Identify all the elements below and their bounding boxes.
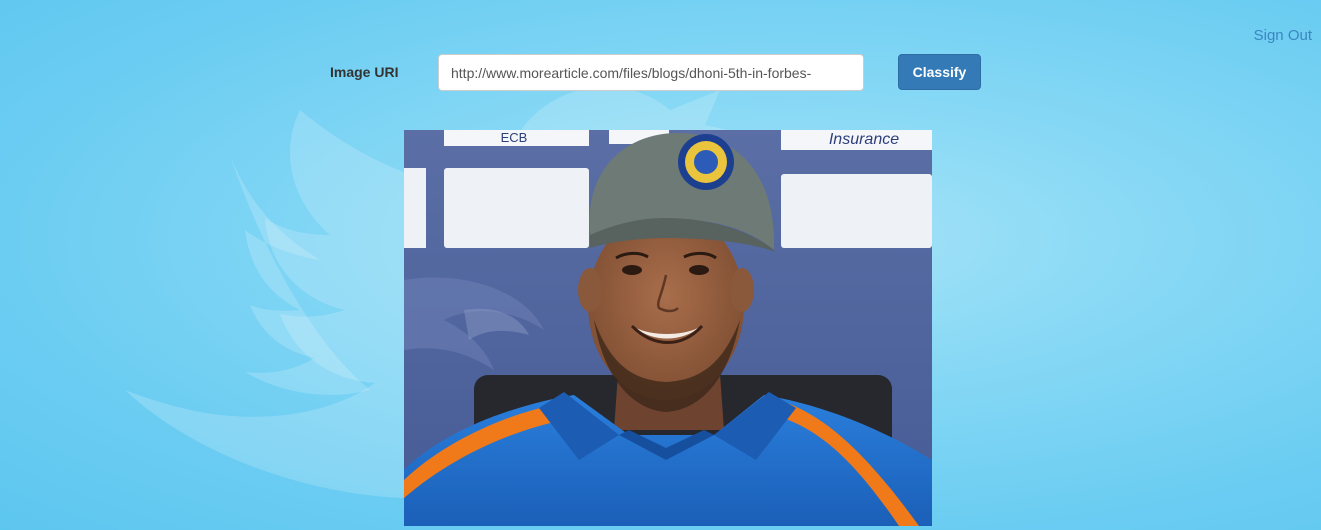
banner-text-insurance: Insurance: [829, 131, 899, 148]
classified-image: ECB Insurance: [404, 130, 932, 526]
sign-out-link[interactable]: Sign Out: [1254, 27, 1312, 44]
image-uri-input[interactable]: [438, 54, 864, 91]
image-uri-label: Image URI: [330, 64, 399, 80]
classify-button[interactable]: Classify: [898, 54, 981, 90]
banner-text-ecb: ECB: [501, 130, 528, 145]
